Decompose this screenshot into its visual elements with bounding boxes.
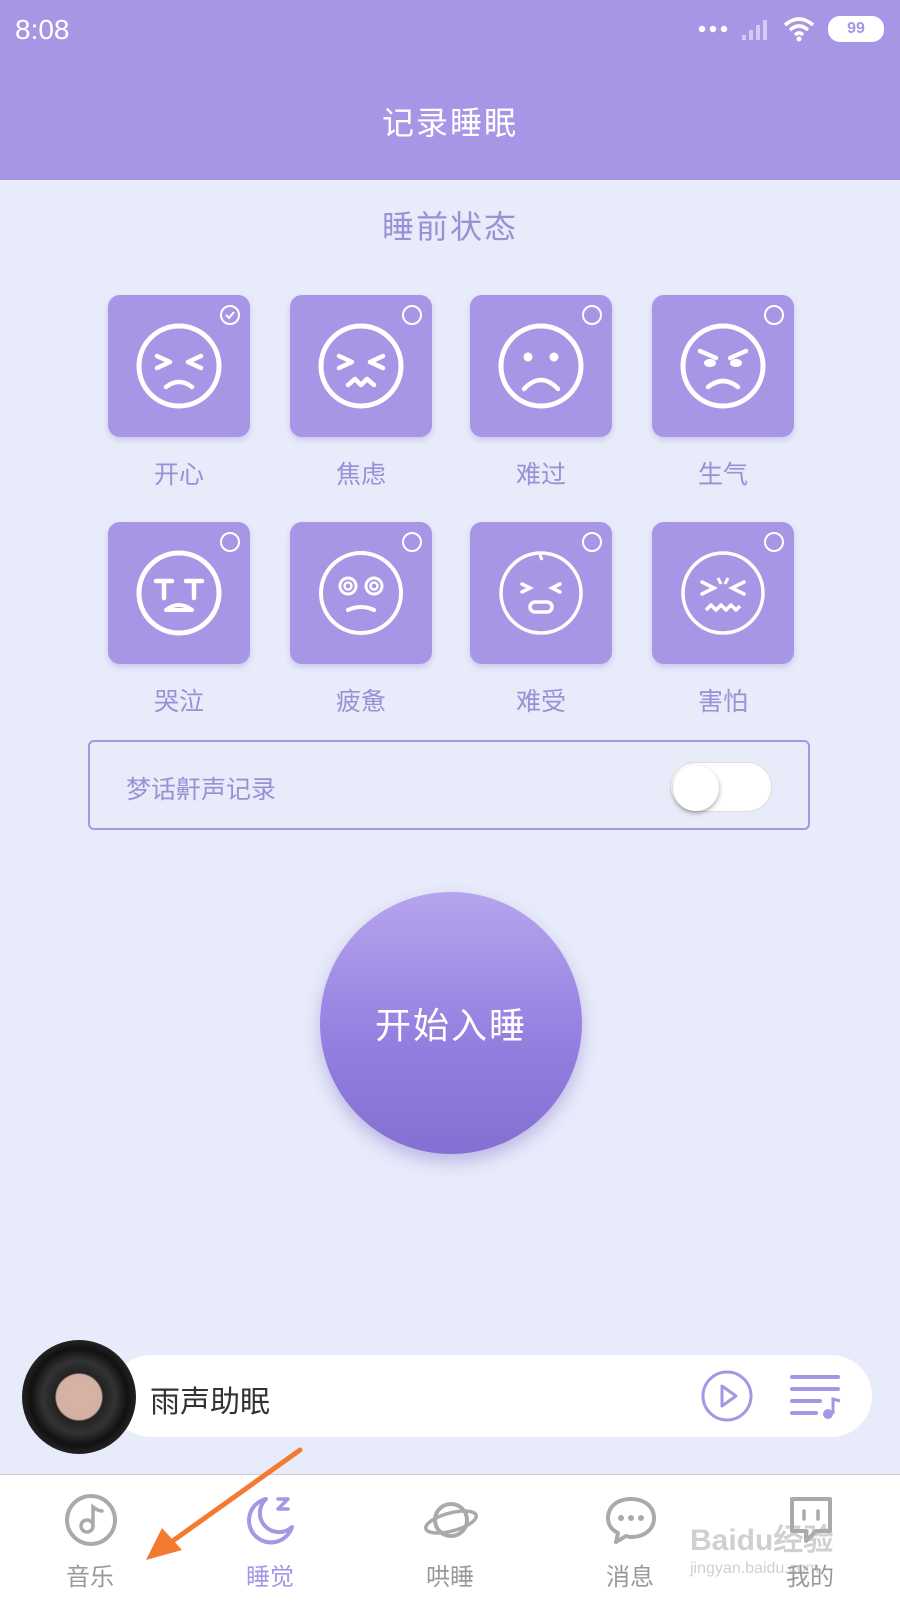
sad-face-icon: [498, 323, 584, 409]
album-disc[interactable]: [22, 1340, 136, 1454]
start-sleep-button[interactable]: 开始入睡: [320, 892, 582, 1154]
annotation-arrow-icon: [146, 1447, 303, 1560]
mood-label: 哭泣: [153, 687, 204, 716]
player-track-title: 雨声助眠: [150, 1385, 270, 1420]
signal-icon: [742, 20, 767, 40]
mood-tile-angry[interactable]: [652, 295, 794, 437]
wifi-icon: [783, 17, 815, 42]
sleep-talk-record-toggle[interactable]: [670, 762, 772, 812]
mood-label: 害怕: [697, 687, 748, 716]
play-icon[interactable]: [700, 1369, 754, 1423]
mood-tile-scared[interactable]: [652, 522, 794, 664]
mood-radio[interactable]: [402, 532, 422, 552]
mood-radio[interactable]: [220, 532, 240, 552]
mini-player[interactable]: 雨声助眠: [110, 1355, 872, 1437]
dizzy-face-icon: [319, 551, 403, 635]
crying-face-icon: [136, 550, 222, 636]
planet-icon: [424, 1502, 478, 1538]
mood-radio[interactable]: [582, 305, 602, 325]
mood-radio[interactable]: [220, 305, 240, 325]
playlist-icon[interactable]: [790, 1371, 842, 1421]
start-sleep-label: 开始入睡: [374, 1006, 527, 1047]
watermark-url: jingyan.baidu.com: [690, 1560, 819, 1577]
section-title: 睡前状态: [381, 208, 518, 246]
mood-tile-crying[interactable]: [108, 522, 250, 664]
mood-tile-happy[interactable]: [108, 295, 250, 437]
mood-radio[interactable]: [402, 305, 422, 325]
scared-face-icon: [681, 551, 765, 635]
anxious-face-icon: [318, 323, 404, 409]
mood-label: 开心: [153, 460, 204, 489]
angry-face-icon: [680, 323, 766, 409]
tab-lull[interactable]: 哄睡: [360, 1475, 540, 1601]
check-icon: [225, 311, 235, 320]
mood-radio[interactable]: [764, 532, 784, 552]
more-dots-icon: [698, 25, 728, 33]
watermark: Baidu经验: [690, 1524, 834, 1557]
mood-tile-tired[interactable]: [290, 522, 432, 664]
mood-label: 难受: [515, 687, 566, 716]
status-bar: 8:08 99: [0, 0, 900, 62]
mood-label: 生气: [697, 460, 748, 489]
status-icons: 99: [698, 16, 884, 42]
uncomfortable-face-icon: [499, 551, 583, 635]
squint-face-icon: [136, 323, 222, 409]
battery-indicator: 99: [828, 16, 884, 42]
sleep-talk-record-row: 梦话鼾声记录: [88, 740, 810, 830]
chat-bubble-icon: [606, 1497, 656, 1544]
status-time: 8:08: [15, 14, 70, 45]
page-title: 记录睡眠: [381, 104, 518, 142]
toggle-knob: [673, 765, 719, 811]
mood-radio[interactable]: [582, 532, 602, 552]
mood-radio[interactable]: [764, 305, 784, 325]
music-icon: [65, 1494, 117, 1546]
mood-tile-uncomfortable[interactable]: [470, 522, 612, 664]
mood-tile-anxious[interactable]: [290, 295, 432, 437]
tab-label: 哄睡: [426, 1563, 474, 1591]
mood-label: 焦虑: [335, 460, 386, 489]
mood-label: 疲惫: [335, 687, 386, 716]
mood-label: 难过: [515, 460, 566, 489]
sleep-talk-record-label: 梦话鼾声记录: [126, 775, 277, 804]
mood-tile-sad[interactable]: [470, 295, 612, 437]
page-header: 记录睡眠: [0, 62, 900, 180]
